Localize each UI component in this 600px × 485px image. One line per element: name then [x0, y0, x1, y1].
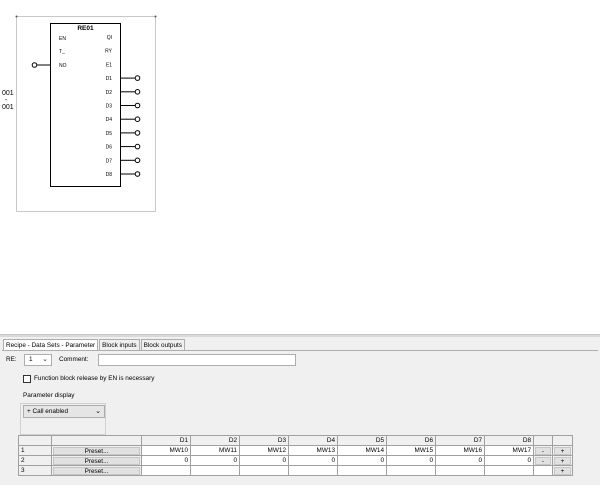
pin-label-en: EN [59, 36, 66, 42]
left-pins: EN T_ NO [31, 36, 67, 69]
grid-header-d1: D1 [141, 435, 191, 446]
row-number: 3 [18, 465, 52, 476]
output-connector-d6[interactable] [134, 143, 141, 150]
grid-cell[interactable] [190, 465, 240, 476]
grid-cell[interactable] [239, 465, 289, 476]
grid-cell[interactable]: MW16 [435, 445, 485, 456]
grid-header-row: D1 D2 D3 D4 D5 D6 D7 D8 [18, 435, 573, 446]
grid-header-d6: D6 [386, 435, 436, 446]
grid-cell[interactable]: 0 [288, 455, 338, 466]
param-display-value: + Call enabled [27, 408, 69, 415]
chevron-down-icon: ⌄ [42, 356, 48, 363]
release-by-en-label: Function block release by EN is necessar… [34, 375, 155, 382]
grid-cell[interactable]: MW10 [141, 445, 191, 456]
grid-cell[interactable]: 0 [239, 455, 289, 466]
row-number: 2 [18, 455, 52, 466]
preset-button[interactable]: Preset... [53, 466, 140, 475]
pin-label-qi: QI [107, 35, 112, 41]
pin-label-t_: T_ [59, 49, 65, 55]
pin-label-d6: D6 [106, 145, 113, 151]
release-by-en-checkbox[interactable] [23, 375, 31, 383]
program-canvas[interactable]: 001 - 001 RE01 EN T_ NO QI RY E1 D1 D2 D3 D4 D5 D6… [0, 0, 600, 334]
add-row-button[interactable]: + [554, 446, 571, 455]
chevron-down-icon: ⌄ [95, 408, 101, 415]
output-connector-d2[interactable] [134, 89, 141, 95]
comment-label: Comment: [59, 356, 89, 363]
grid-empty-cell [533, 465, 553, 476]
pin-label-d2: D2 [106, 90, 113, 96]
properties-panel: Recipe - Data Sets - Parameter Block inp… [0, 337, 600, 485]
pin-label-e1: E1 [106, 62, 112, 68]
grid-cell[interactable]: MW11 [190, 445, 240, 456]
output-connector-d4[interactable] [134, 116, 141, 122]
rung-corner-marker-left [15, 15, 18, 18]
grid-cell[interactable]: MW17 [484, 445, 534, 456]
pin-label-ry: RY [105, 49, 113, 55]
grid-cell[interactable]: 0 [484, 455, 534, 466]
grid-cell[interactable] [337, 465, 387, 476]
diagram-svg: RE01 EN T_ NO QI RY E1 D1 D2 D3 D4 D5 D6 D7 D8 [15, 15, 157, 212]
grid-plus-header [552, 435, 573, 446]
grid-cell[interactable]: 0 [190, 455, 240, 466]
grid-header-d4: D4 [288, 435, 338, 446]
grid-preset-header [51, 435, 142, 446]
recipe-grid: D1 D2 D3 D4 D5 D6 D7 D8 1 Preset... MW10 [18, 435, 573, 476]
add-row-button[interactable]: + [554, 456, 571, 465]
output-connector-d1[interactable] [134, 75, 141, 81]
add-row-button[interactable]: + [554, 466, 571, 475]
tab-content: RE: 1 ⌄ Comment: Function block release … [2, 350, 598, 483]
input-connector-no[interactable] [31, 62, 38, 68]
re-dropdown-value: 1 [29, 356, 33, 363]
grid-cell[interactable] [288, 465, 338, 476]
grid-header-d2: D2 [190, 435, 240, 446]
grid-cell[interactable]: MW15 [386, 445, 436, 456]
tab-block-inputs[interactable]: Block inputs [99, 339, 140, 350]
pin-label-d5: D5 [106, 131, 113, 137]
grid-header-d5: D5 [337, 435, 387, 446]
re-dropdown[interactable]: 1 ⌄ [24, 354, 52, 366]
row-number: 1 [18, 445, 52, 456]
grid-cell[interactable] [141, 465, 191, 476]
grid-cell[interactable]: 0 [386, 455, 436, 466]
table-row: 2 Preset... 0 0 0 0 0 0 0 0 - + [18, 455, 573, 466]
preset-button[interactable]: Preset... [53, 456, 140, 465]
preset-button[interactable]: Preset... [53, 446, 140, 455]
output-connector-d3[interactable] [134, 102, 141, 109]
pin-label-d7: D7 [106, 158, 113, 164]
param-display-dropdown[interactable]: + Call enabled ⌄ [23, 405, 105, 418]
grid-cell[interactable]: 0 [337, 455, 387, 466]
grid-corner [18, 435, 52, 446]
grid-header-d8: D8 [484, 435, 534, 446]
tab-block-outputs[interactable]: Block outputs [140, 339, 185, 350]
param-display-label: Parameter display [23, 392, 75, 399]
re-label: RE: [6, 356, 17, 363]
rung-corner-marker-right [154, 15, 157, 18]
grid-cell[interactable]: MW13 [288, 445, 338, 456]
grid-minus-header [533, 435, 553, 446]
table-row: 3 Preset... + [18, 465, 573, 476]
block-title: RE01 [77, 25, 94, 32]
comment-input[interactable] [98, 354, 296, 366]
grid-cell[interactable]: MW14 [337, 445, 387, 456]
pin-label-d8: D8 [106, 172, 113, 178]
pin-label-d4: D4 [106, 117, 113, 123]
output-connector-d7[interactable] [134, 157, 141, 164]
pin-label-d3: D3 [106, 104, 113, 110]
output-connector-d8[interactable] [134, 171, 141, 177]
remove-row-button[interactable]: - [535, 446, 551, 455]
grid-cell[interactable] [435, 465, 485, 476]
grid-cell[interactable] [386, 465, 436, 476]
output-connector-d5[interactable] [134, 130, 141, 136]
remove-row-button[interactable]: - [535, 456, 551, 465]
grid-cell[interactable]: MW12 [239, 445, 289, 456]
grid-cell[interactable]: 0 [141, 455, 191, 466]
grid-header-d7: D7 [435, 435, 485, 446]
grid-cell[interactable]: 0 [435, 455, 485, 466]
pin-label-no: NO [59, 63, 67, 69]
grid-cell[interactable] [484, 465, 534, 476]
pin-label-d1: D1 [106, 76, 113, 82]
table-row: 1 Preset... MW10 MW11 MW12 MW13 MW14 MW1… [18, 445, 573, 456]
grid-header-d3: D3 [239, 435, 289, 446]
